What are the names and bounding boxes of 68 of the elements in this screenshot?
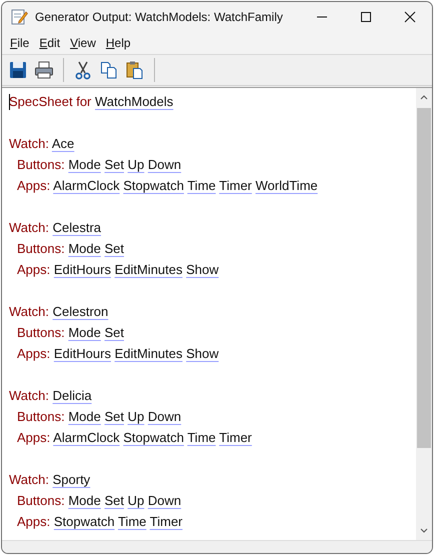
item-link[interactable]: Set — [104, 157, 124, 172]
item-link[interactable]: AlarmClock — [53, 178, 120, 193]
item-link[interactable]: Down — [148, 409, 182, 424]
menu-item[interactable]: Help — [100, 36, 136, 50]
item-link[interactable]: EditHours — [54, 346, 111, 361]
scroll-up-icon[interactable] — [420, 94, 428, 100]
watch-label: Watch: — [9, 304, 49, 319]
field-label: Apps: — [17, 178, 50, 193]
menu-item[interactable]: Edit — [34, 36, 66, 50]
item-link[interactable]: Show — [186, 346, 219, 361]
scrollbar-thumb[interactable] — [417, 108, 431, 448]
menu-item[interactable]: View — [65, 36, 101, 50]
field-label: Buttons: — [17, 241, 65, 256]
item-link[interactable]: Mode — [68, 241, 101, 256]
field-label: Buttons: — [17, 409, 65, 424]
watch-link[interactable]: Ace — [52, 136, 74, 151]
watch-link[interactable]: Celestra — [52, 220, 102, 235]
item-link[interactable]: Set — [104, 325, 124, 340]
item-link[interactable]: Time — [187, 430, 216, 445]
item-link[interactable]: Mode — [68, 493, 101, 508]
notepad-pencil-icon — [10, 8, 28, 26]
maximize-icon — [360, 11, 372, 23]
item-link[interactable]: Stopwatch — [54, 514, 115, 529]
watch-label: Watch: — [9, 136, 49, 151]
item-link[interactable]: EditHours — [54, 262, 111, 277]
item-link[interactable]: Set — [104, 241, 124, 256]
item-link[interactable]: Mode — [68, 325, 101, 340]
field-label: Buttons: — [17, 157, 65, 172]
item-link[interactable]: EditMinutes — [114, 346, 182, 361]
watch-label: Watch: — [9, 220, 49, 235]
item-link[interactable]: WorldTime — [256, 178, 318, 193]
field-label: Apps: — [17, 514, 50, 529]
item-link[interactable]: Stopwatch — [123, 430, 184, 445]
item-link[interactable]: Timer — [150, 514, 183, 529]
vertical-scrollbar[interactable] — [416, 88, 432, 540]
item-link[interactable]: Stopwatch — [123, 178, 184, 193]
watch-label: Watch: — [9, 388, 49, 403]
item-link[interactable]: Set — [104, 493, 124, 508]
watch-label: Watch: — [9, 472, 49, 487]
watch-link[interactable]: Delicia — [52, 388, 92, 403]
item-link[interactable]: Timer — [219, 430, 252, 445]
item-link[interactable]: Up — [128, 409, 144, 424]
model-link[interactable]: WatchModels — [95, 94, 174, 109]
field-label: Buttons: — [17, 493, 65, 508]
menu-item[interactable]: File — [5, 36, 34, 50]
field-label: Buttons: — [17, 325, 65, 340]
item-link[interactable]: Time — [187, 178, 216, 193]
field-label: Apps: — [17, 346, 50, 361]
item-link[interactable]: Mode — [68, 409, 101, 424]
item-link[interactable]: Time — [118, 514, 146, 529]
scroll-down-icon[interactable] — [420, 528, 428, 534]
item-link[interactable]: Mode — [68, 157, 101, 172]
item-link[interactable]: AlarmClock — [53, 430, 120, 445]
item-link[interactable]: Up — [128, 157, 144, 172]
item-link[interactable]: Down — [148, 493, 182, 508]
close-icon — [404, 11, 416, 23]
watch-link[interactable]: Sporty — [52, 472, 90, 487]
watch-link[interactable]: Celestron — [52, 304, 108, 319]
item-link[interactable]: Show — [186, 262, 219, 277]
item-link[interactable]: EditMinutes — [114, 262, 182, 277]
window-title: Generator Output: WatchModels: WatchFamily — [35, 10, 284, 24]
item-link[interactable]: Up — [128, 493, 144, 508]
item-link[interactable]: Timer — [219, 178, 252, 193]
heading-label: SpecSheet for — [9, 94, 92, 109]
item-link[interactable]: Down — [148, 157, 182, 172]
field-label: Apps: — [17, 430, 50, 445]
item-link[interactable]: Set — [104, 409, 124, 424]
field-label: Apps: — [17, 262, 50, 277]
